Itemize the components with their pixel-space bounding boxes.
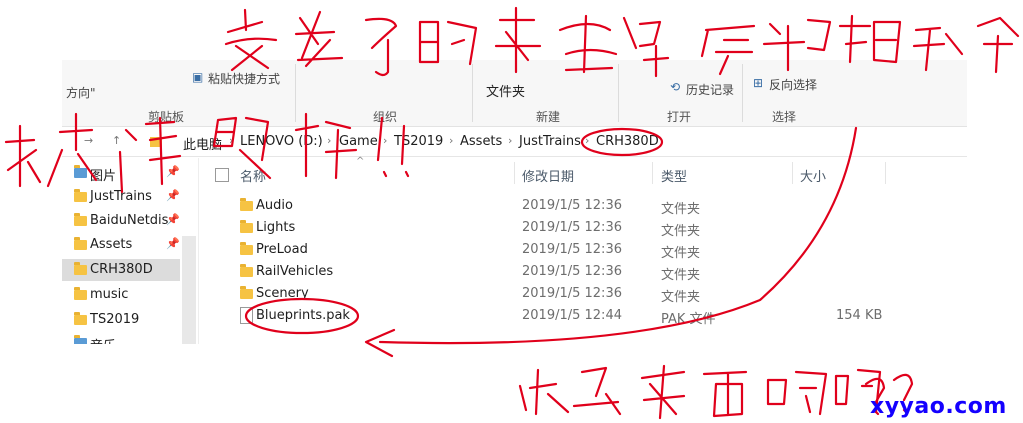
watermark: xyyao.com bbox=[870, 394, 1007, 419]
handwritten-annotation bbox=[4, 6, 1020, 420]
